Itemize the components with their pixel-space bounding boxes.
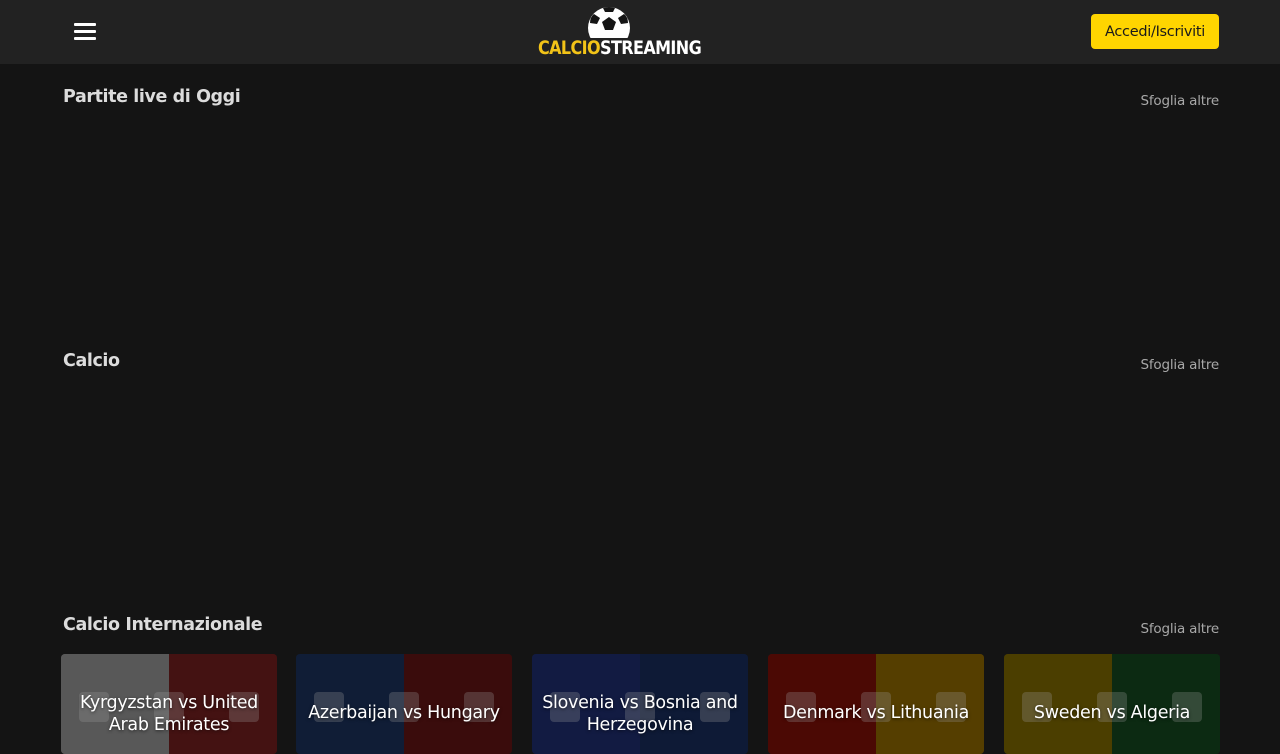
match-card[interactable]: Sweden vs Algeria <box>1004 654 1220 754</box>
match-card[interactable]: Azerbaijan vs Hungary <box>296 654 512 754</box>
match-title: Denmark vs Lithuania <box>782 703 970 723</box>
soccer-ball-icon <box>588 7 630 38</box>
top-navbar: CALCIOSTREAMING Accedi/Iscriviti <box>0 0 1280 64</box>
login-signup-button[interactable]: Accedi/Iscriviti <box>1091 14 1219 49</box>
match-title: Slovenia vs Bosnia and Herzegovina <box>542 693 738 735</box>
section-title-international: Calcio Internazionale <box>63 615 263 635</box>
section-title-live-today: Partite live di Oggi <box>63 87 241 107</box>
browse-more-calcio-link[interactable]: Sfoglia altre <box>1141 357 1220 373</box>
logo-wordmark: CALCIOSTREAMING <box>538 36 702 59</box>
match-title: Sweden vs Algeria <box>1033 703 1191 723</box>
match-card[interactable]: Denmark vs Lithuania <box>768 654 984 754</box>
section-title-calcio: Calcio <box>63 351 120 371</box>
match-card[interactable]: Slovenia vs Bosnia and Herzegovina <box>532 654 748 754</box>
browse-more-international-link[interactable]: Sfoglia altre <box>1141 621 1220 637</box>
match-title: Azerbaijan vs Hungary <box>308 703 500 723</box>
browse-more-live-link[interactable]: Sfoglia altre <box>1141 93 1220 109</box>
match-title: Kyrgyzstan vs United Arab Emirates <box>80 693 258 735</box>
hamburger-menu-icon[interactable] <box>74 22 96 42</box>
site-logo[interactable]: CALCIOSTREAMING <box>538 6 702 60</box>
match-card[interactable]: Kyrgyzstan vs United Arab Emirates <box>61 654 277 754</box>
